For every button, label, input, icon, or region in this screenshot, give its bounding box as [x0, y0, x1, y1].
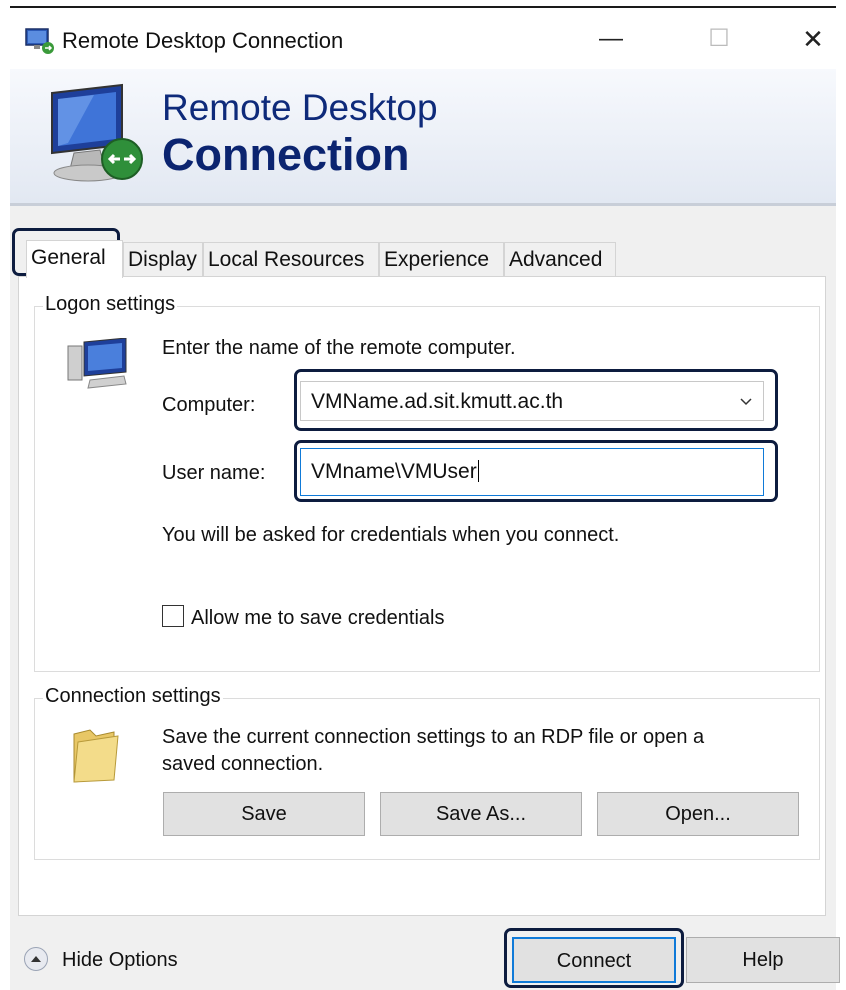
connection-description-line1: Save the current connection settings to …	[162, 726, 705, 748]
credentials-note: You will be asked for credentials when y…	[162, 524, 620, 546]
connection-settings-title: Connection settings	[43, 685, 223, 708]
top-border	[10, 6, 836, 8]
monitor-connection-icon	[51, 83, 143, 182]
username-value: VMname\VMUser	[311, 460, 477, 483]
header-banner: Remote Desktop Connection	[10, 69, 836, 203]
computer-label: Computer:	[162, 394, 256, 416]
computer-combobox[interactable]: VMName.ad.sit.kmutt.ac.th	[300, 381, 764, 421]
banner-title-line2: Connection	[162, 129, 410, 180]
banner-title-line1: Remote Desktop	[162, 87, 438, 128]
tab-local-resources[interactable]: Local Resources	[203, 242, 379, 276]
tab-general[interactable]: General	[26, 240, 123, 278]
hide-options-toggle[interactable]	[24, 947, 48, 971]
help-button[interactable]: Help	[686, 937, 840, 983]
window-title: Remote Desktop Connection	[62, 28, 344, 53]
username-input[interactable]: VMname\VMUser	[300, 448, 764, 496]
chevron-up-icon	[31, 956, 41, 962]
tab-experience[interactable]: Experience	[379, 242, 504, 276]
save-as-button[interactable]: Save As...	[380, 792, 582, 836]
save-button[interactable]: Save	[163, 792, 365, 836]
hide-options-label[interactable]: Hide Options	[62, 949, 178, 972]
close-button[interactable]: ✕	[790, 17, 836, 61]
username-label: User name:	[162, 462, 266, 484]
connection-description-line2: saved connection.	[162, 753, 324, 775]
username-value-wrap: VMname\VMUser	[311, 460, 479, 484]
remote-desktop-icon	[25, 28, 54, 54]
title-bar[interactable]: Remote Desktop Connection — ☐ ✕	[10, 9, 836, 69]
minimize-button[interactable]: —	[588, 17, 634, 61]
tab-advanced[interactable]: Advanced	[504, 242, 616, 276]
save-credentials-label[interactable]: Allow me to save credentials	[191, 607, 444, 630]
logon-instruction: Enter the name of the remote computer.	[162, 337, 516, 359]
folder-icon	[73, 729, 119, 783]
connect-button[interactable]: Connect	[512, 937, 676, 983]
tab-display[interactable]: Display	[123, 242, 203, 276]
computer-icon	[67, 338, 127, 389]
save-credentials-checkbox[interactable]	[162, 605, 184, 627]
logon-settings-title: Logon settings	[43, 293, 178, 316]
computer-value: VMName.ad.sit.kmutt.ac.th	[311, 390, 564, 413]
open-button[interactable]: Open...	[597, 792, 799, 836]
maximize-button[interactable]: ☐	[696, 17, 742, 61]
chevron-down-icon[interactable]	[737, 392, 755, 410]
text-caret	[477, 460, 479, 482]
